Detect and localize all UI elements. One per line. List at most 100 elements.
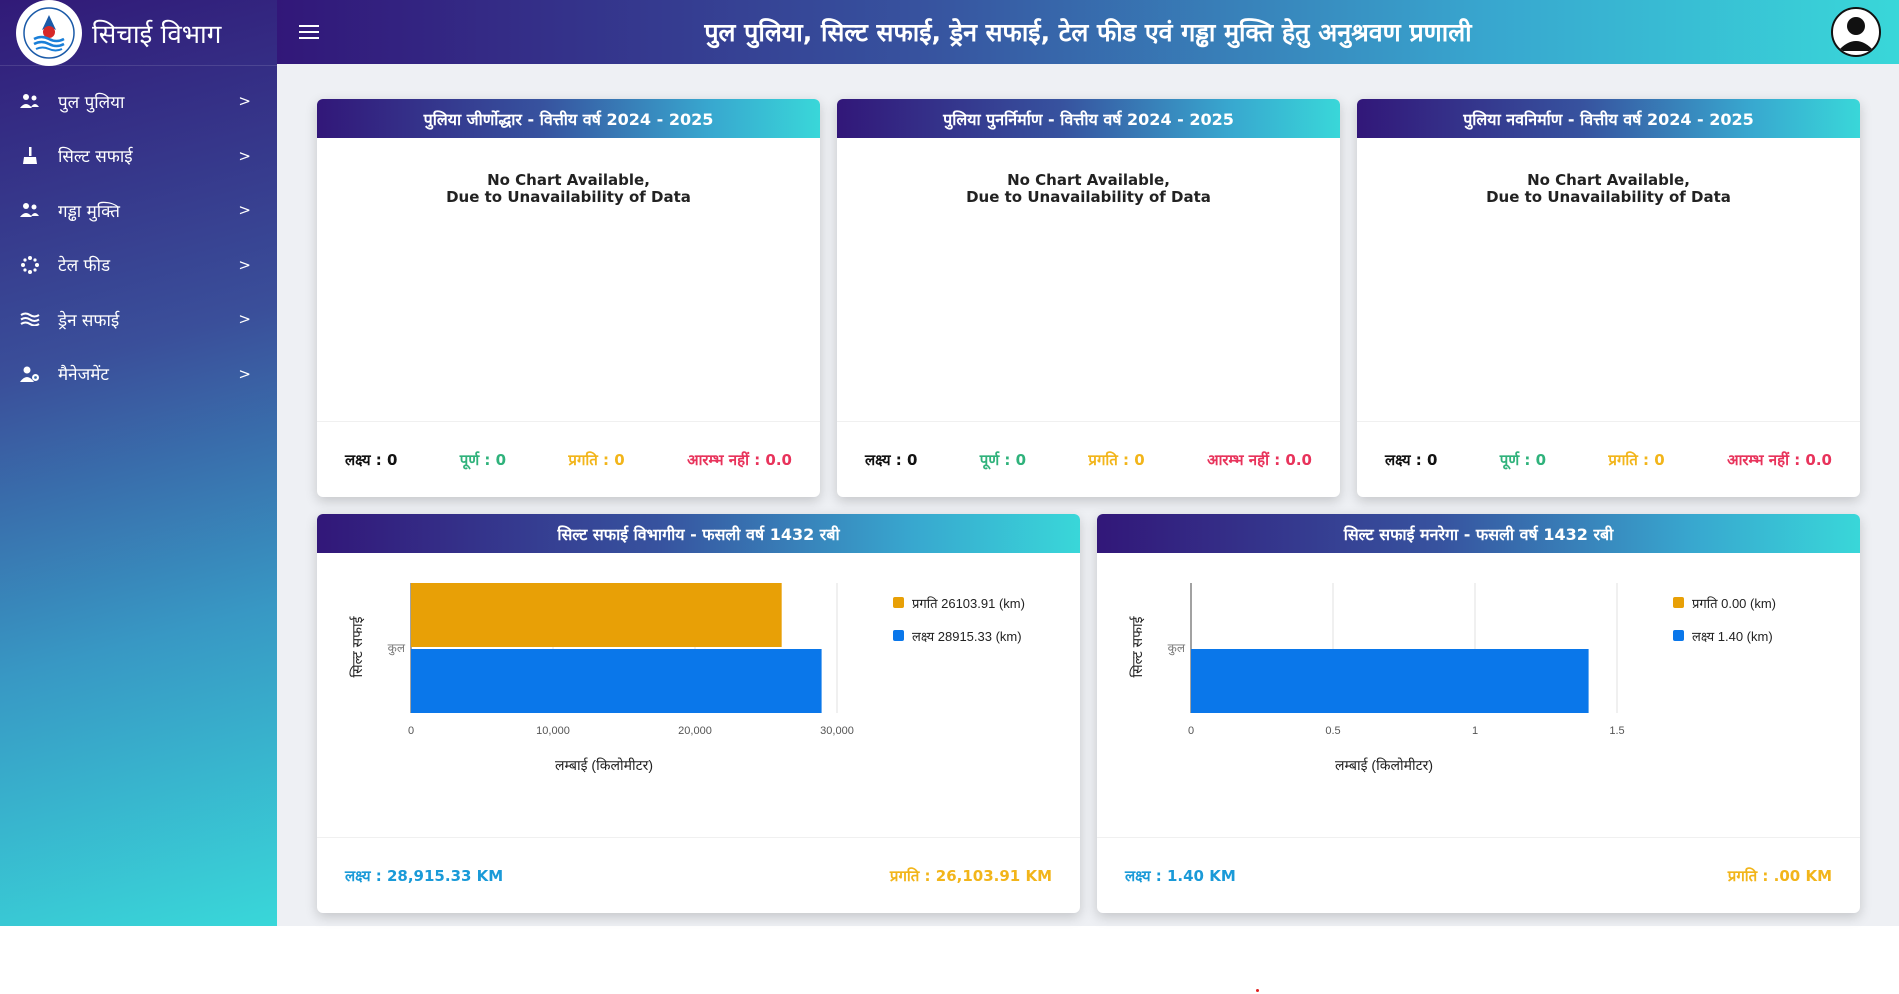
card-puliya-jirnoddhar: पुलिया जीर्णोद्धार - वित्तीय वर्ष 2024 -… <box>317 99 820 497</box>
chevron-right-icon: > <box>238 201 251 220</box>
sidebar-item-label: सिल्ट सफाई <box>58 147 133 168</box>
stat-not-started: आरम्भ नहीं : 0.0 <box>1727 450 1832 469</box>
card-stats: लक्ष्य : 0 पूर्ण : 0 प्रगति : 0 आरम्भ नह… <box>837 421 1340 497</box>
people-icon <box>20 92 40 110</box>
bar-progress <box>411 583 782 647</box>
app-root: सिचाई विभाग पुल पुलिया > सिल्ट सफाई > गड… <box>0 0 1899 994</box>
water-icon <box>20 310 40 328</box>
card-footer: लक्ष्य : 1.40 KM प्रगति : .00 KM <box>1097 837 1860 913</box>
menu-toggle-button[interactable] <box>285 0 333 64</box>
card-title: सिल्ट सफाई मनरेगा - फसली वर्ष 1432 रबी <box>1097 514 1860 553</box>
sidebar-item-label: टेल फीड <box>58 256 111 277</box>
dashboard-main: पुलिया जीर्णोद्धार - वित्तीय वर्ष 2024 -… <box>277 64 1899 926</box>
no-chart-message: No Chart Available, Due to Unavailabilit… <box>317 172 820 206</box>
hamburger-icon <box>299 25 319 39</box>
footer-target: लक्ष्य : 28,915.33 KM <box>345 866 504 885</box>
sidebar-item-label: मैनेजमेंट <box>58 365 109 386</box>
footer-progress: प्रगति : 26,103.91 KM <box>889 866 1052 885</box>
legend-swatch <box>893 597 904 608</box>
sidebar-item-label: ड्रेन सफाई <box>58 310 120 331</box>
no-chart-line: No Chart Available, <box>1007 171 1170 189</box>
footer-progress: प्रगति : .00 KM <box>1727 866 1832 885</box>
y-axis-label: सिल्ट सफाई <box>1129 615 1145 677</box>
silt-vibhagiya-chart: 0 10,000 20,000 30,000 कुल सिल्ट सफाई लम्बाई (… <box>349 583 1025 773</box>
silt-manrega-chart: 0 0.5 1 1.5 कुल सिल्ट सफाई लम्बाई (किलोमीटर) प्… <box>1129 583 1776 773</box>
category-label: कुल <box>1168 641 1186 656</box>
card-stats: लक्ष्य : 0 पूर्ण : 0 प्रगति : 0 आरम्भ नह… <box>1357 421 1860 497</box>
no-chart-line: Due to Unavailability of Data <box>966 188 1211 206</box>
stat-target: लक्ष्य : 0 <box>345 450 398 469</box>
card-title: पुलिया पुनर्निर्माण - वित्तीय वर्ष 2024 … <box>837 99 1340 138</box>
sidebar-menu: पुल पुलिया > सिल्ट सफाई > गड्ढा मुक्ति > <box>0 74 277 401</box>
stat-complete: पूर्ण : 0 <box>979 450 1027 469</box>
brand-title: सिचाई विभाग <box>92 19 222 50</box>
card-silt-vibhagiya: सिल्ट सफाई विभागीय - फसली वर्ष 1432 रबी … <box>317 514 1080 913</box>
user-gear-icon <box>20 365 40 383</box>
chevron-right-icon: > <box>238 146 251 165</box>
chevron-right-icon: > <box>238 255 251 274</box>
card-stats: लक्ष्य : 0 पूर्ण : 0 प्रगति : 0 आरम्भ नह… <box>317 421 820 497</box>
sidebar-item-gaddha-mukti[interactable]: गड्ढा मुक्ति > <box>0 183 277 238</box>
category-label: कुल <box>388 641 406 656</box>
user-avatar-button[interactable] <box>1831 7 1881 57</box>
spinner-icon <box>20 255 40 274</box>
people-icon <box>20 201 40 219</box>
chevron-right-icon: > <box>238 310 251 329</box>
footer-target: लक्ष्य : 1.40 KM <box>1125 866 1236 885</box>
x-axis-label: लम्बाई (किलोमीटर) <box>555 757 653 773</box>
chevron-right-icon: > <box>238 92 251 111</box>
stat-complete: पूर्ण : 0 <box>459 450 507 469</box>
card-puliya-navnirman: पुलिया नवनिर्माण - वित्तीय वर्ष 2024 - 2… <box>1357 99 1860 497</box>
sidebar: सिचाई विभाग पुल पुलिया > सिल्ट सफाई > गड… <box>0 0 277 926</box>
x-tick-label: 0 <box>1188 725 1194 737</box>
department-logo[interactable] <box>16 0 82 66</box>
card-footer: लक्ष्य : 28,915.33 KM प्रगति : 26,103.91… <box>317 837 1080 913</box>
sidebar-item-silt-safai[interactable]: सिल्ट सफाई > <box>0 129 277 184</box>
x-axis-label: लम्बाई (किलोमीटर) <box>1335 757 1433 773</box>
x-tick-label: 10,000 <box>536 725 570 737</box>
top-header: पुल पुलिया, सिल्ट सफाई, ड्रेन सफाई, टेल … <box>277 0 1899 64</box>
stat-not-started: आरम्भ नहीं : 0.0 <box>687 450 792 469</box>
legend-label: लक्ष्य 28915.33 (km) <box>912 629 1022 644</box>
chevron-right-icon: > <box>238 364 251 383</box>
x-tick-label: 1 <box>1472 725 1478 737</box>
legend-label: लक्ष्य 1.40 (km) <box>1692 629 1773 644</box>
stat-progress: प्रगति : 0 <box>1088 450 1145 469</box>
sidebar-item-management[interactable]: मैनेजमेंट > <box>0 347 277 402</box>
card-title: पुलिया नवनिर्माण - वित्तीय वर्ष 2024 - 2… <box>1357 99 1860 138</box>
no-chart-line: Due to Unavailability of Data <box>1486 188 1731 206</box>
sidebar-item-pul-puliya[interactable]: पुल पुलिया > <box>0 74 277 129</box>
legend-label: प्रगति 0.00 (km) <box>1692 596 1776 611</box>
no-chart-message: No Chart Available, Due to Unavailabilit… <box>1357 172 1860 206</box>
bar-target <box>411 649 822 713</box>
no-chart-line: No Chart Available, <box>487 171 650 189</box>
stat-progress: प्रगति : 0 <box>1608 450 1665 469</box>
card-title: सिल्ट सफाई विभागीय - फसली वर्ष 1432 रबी <box>317 514 1080 553</box>
sidebar-item-tail-feed[interactable]: टेल फीड > <box>0 238 277 293</box>
card-puliya-punarnirman: पुलिया पुनर्निर्माण - वित्तीय वर्ष 2024 … <box>837 99 1340 497</box>
red-dot-marker <box>1256 989 1259 992</box>
x-tick-label: 0 <box>408 725 414 737</box>
sidebar-item-drain-safai[interactable]: ड्रेन सफाई > <box>0 292 277 347</box>
department-logo-icon <box>23 6 75 59</box>
card-title: पुलिया जीर्णोद्धार - वित्तीय वर्ष 2024 -… <box>317 99 820 138</box>
user-icon <box>1838 17 1874 51</box>
sidebar-item-label: गड्ढा मुक्ति <box>58 201 120 222</box>
page-title: पुल पुलिया, सिल्ट सफाई, ड्रेन सफाई, टेल … <box>704 18 1472 47</box>
stat-target: लक्ष्य : 0 <box>865 450 918 469</box>
legend-label: प्रगति 26103.91 (km) <box>912 596 1025 611</box>
stat-progress: प्रगति : 0 <box>568 450 625 469</box>
legend-swatch <box>893 630 904 641</box>
broom-icon <box>20 146 40 165</box>
bar-target <box>1191 649 1589 713</box>
no-chart-message: No Chart Available, Due to Unavailabilit… <box>837 172 1340 206</box>
x-tick-label: 0.5 <box>1325 725 1340 737</box>
stat-not-started: आरम्भ नहीं : 0.0 <box>1207 450 1312 469</box>
x-tick-label: 1.5 <box>1609 725 1624 737</box>
legend-swatch <box>1673 597 1684 608</box>
y-axis-label: सिल्ट सफाई <box>349 615 365 677</box>
x-tick-label: 20,000 <box>678 725 712 737</box>
no-chart-line: No Chart Available, <box>1527 171 1690 189</box>
x-tick-label: 30,000 <box>820 725 854 737</box>
brand: सिचाई विभाग <box>0 0 277 66</box>
